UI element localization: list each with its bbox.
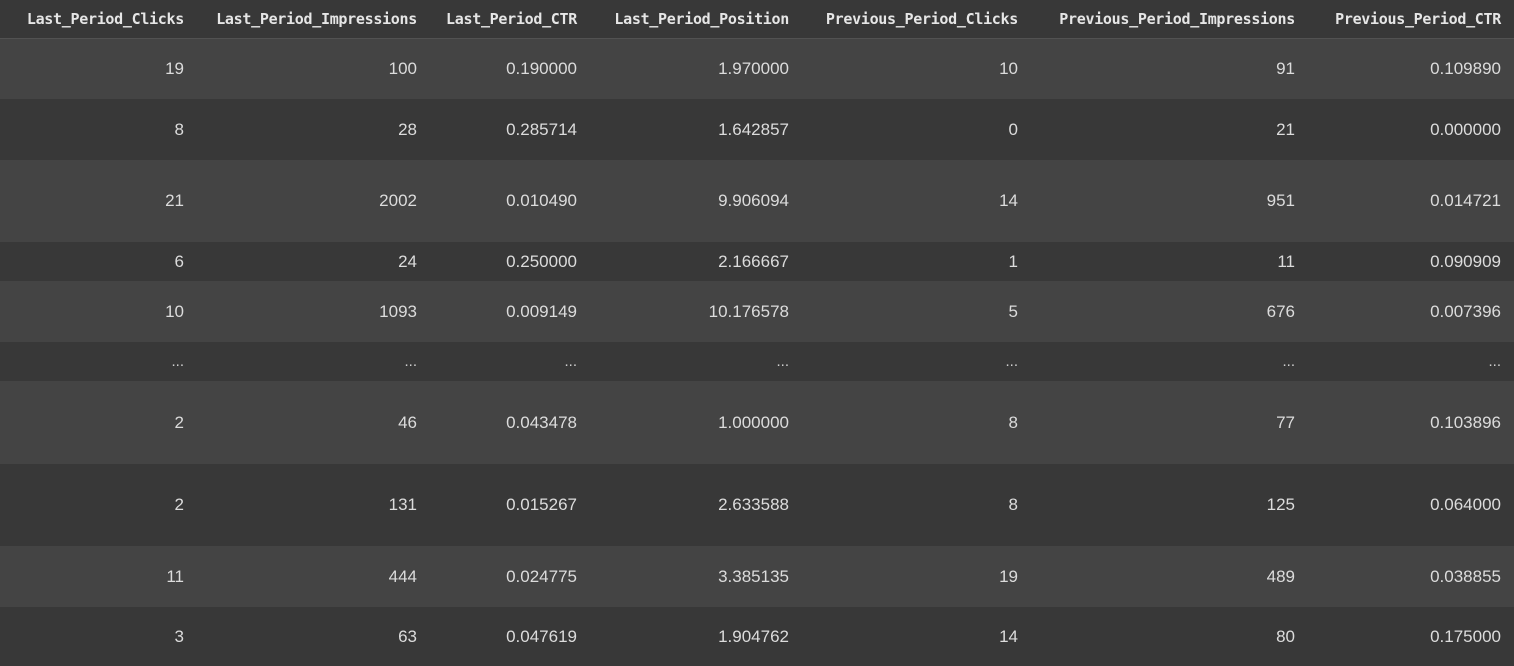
table-cell: 14 — [999, 626, 1018, 646]
table-cell: 1 — [1008, 251, 1018, 271]
table-cell: 2.166667 — [718, 251, 789, 271]
table-cell: 100 — [388, 58, 417, 78]
table-cell: 0.250000 — [506, 251, 577, 271]
table-cell: 3.385135 — [718, 566, 789, 586]
table-row: 2 46 0.043478 1.000000 8 77 0.103896 — [0, 381, 1514, 464]
table-row: 11 444 0.024775 3.385135 19 489 0.038855 — [0, 546, 1514, 607]
table-cell: 3 — [174, 626, 184, 646]
column-header-previous-period-clicks: Previous_Period_Clicks — [802, 0, 1031, 39]
table-cell: 91 — [1276, 58, 1295, 78]
table-cell: 0.103896 — [1430, 412, 1501, 432]
column-header-last-period-ctr: Last_Period_CTR — [430, 0, 590, 39]
table-cell: 0.190000 — [506, 58, 577, 78]
column-header-previous-period-impressions: Previous_Period_Impressions — [1031, 0, 1308, 39]
table-cell: 0.015267 — [506, 495, 577, 514]
table-cell: 489 — [1266, 566, 1295, 586]
table-cell: 2002 — [379, 191, 417, 210]
table-cell: 0.010490 — [506, 191, 577, 210]
table-cell: 14 — [999, 191, 1018, 210]
ellipsis-cell: ... — [1005, 353, 1018, 370]
table-cell: 10 — [999, 58, 1018, 78]
table-cell: 9.906094 — [718, 191, 789, 210]
table-row: 3 63 0.047619 1.904762 14 80 0.175000 — [0, 607, 1514, 666]
table-cell: 1093 — [379, 301, 417, 321]
table-row: 2 131 0.015267 2.633588 8 125 0.064000 — [0, 464, 1514, 546]
table-cell: 1.642857 — [718, 119, 789, 139]
table-cell: 5 — [1008, 301, 1018, 321]
ellipsis-cell: ... — [1282, 353, 1295, 370]
table-cell: 46 — [398, 412, 417, 432]
table-cell: 10 — [165, 301, 184, 321]
ellipsis-cell: ... — [776, 353, 789, 370]
column-header-last-period-position: Last_Period_Position — [590, 0, 802, 39]
table-cell: 0.007396 — [1430, 301, 1501, 321]
table-cell: 131 — [388, 495, 417, 514]
table-cell: 19 — [165, 58, 184, 78]
table-cell: 6 — [174, 251, 184, 271]
table-cell: 28 — [398, 119, 417, 139]
table-cell: 2 — [174, 495, 184, 514]
ellipsis-cell: ... — [171, 353, 184, 370]
table-cell: 2 — [174, 412, 184, 432]
table-row: 10 1093 0.009149 10.176578 5 676 0.00739… — [0, 281, 1514, 342]
table-cell: 444 — [388, 566, 417, 586]
table-cell: 0.024775 — [506, 566, 577, 586]
table-cell: 24 — [398, 251, 417, 271]
table-cell: 125 — [1266, 495, 1295, 514]
table-row: 8 28 0.285714 1.642857 0 21 0.000000 — [0, 99, 1514, 160]
table-cell: 21 — [165, 191, 184, 210]
table-cell: 0.000000 — [1430, 119, 1501, 139]
table-cell: 0.043478 — [506, 412, 577, 432]
table-cell: 0.047619 — [506, 626, 577, 646]
table-cell: 0 — [1008, 119, 1018, 139]
table-cell: 8 — [1008, 495, 1018, 514]
ellipsis-cell: ... — [1488, 353, 1501, 370]
table-cell: 80 — [1276, 626, 1295, 646]
ellipsis-cell: ... — [564, 353, 577, 370]
column-header-last-period-clicks: Last_Period_Clicks — [0, 0, 197, 39]
table-cell: 11 — [1277, 251, 1295, 271]
table-cell: 0.090909 — [1430, 251, 1501, 271]
table-cell: 10.176578 — [708, 301, 789, 321]
table-cell: 8 — [174, 119, 184, 139]
table-cell: 0.285714 — [506, 119, 577, 139]
table-row: 19 100 0.190000 1.970000 10 91 0.109890 — [0, 38, 1514, 99]
table-cell: 676 — [1266, 301, 1295, 321]
table-cell: 11 — [166, 566, 184, 586]
table-cell: 0.064000 — [1430, 495, 1501, 514]
table-cell: 8 — [1008, 412, 1018, 432]
table-cell: 21 — [1276, 119, 1295, 139]
table-row: 21 2002 0.010490 9.906094 14 951 0.01472… — [0, 160, 1514, 242]
ellipsis-cell: ... — [404, 353, 417, 370]
dataframe-table: Last_Period_Clicks Last_Period_Impressio… — [0, 0, 1514, 666]
table-cell: 1.904762 — [718, 626, 789, 646]
table-cell: 63 — [398, 626, 417, 646]
table-cell: 0.009149 — [506, 301, 577, 321]
header-row: Last_Period_Clicks Last_Period_Impressio… — [0, 0, 1514, 39]
column-header-last-period-impressions: Last_Period_Impressions — [197, 0, 430, 39]
table-body: 19 100 0.190000 1.970000 10 91 0.109890 … — [0, 38, 1514, 666]
table-cell: 19 — [999, 566, 1018, 586]
table-cell: 0.109890 — [1430, 58, 1501, 78]
table-header: Last_Period_Clicks Last_Period_Impressio… — [0, 0, 1514, 39]
table-row: 6 24 0.250000 2.166667 1 11 0.090909 — [0, 242, 1514, 281]
table-cell: 2.633588 — [718, 495, 789, 514]
column-header-previous-period-ctr: Previous_Period_CTR — [1308, 0, 1514, 39]
table-cell: 951 — [1266, 191, 1295, 210]
table-cell: 1.000000 — [718, 412, 789, 432]
table-cell: 77 — [1276, 412, 1295, 432]
table-cell: 0.038855 — [1430, 566, 1501, 586]
table-cell: 1.970000 — [718, 58, 789, 78]
table-cell: 0.014721 — [1430, 191, 1501, 210]
table-cell: 0.175000 — [1430, 626, 1501, 646]
table-row-ellipsis: ... ... ... ... ... ... ... — [0, 342, 1514, 381]
